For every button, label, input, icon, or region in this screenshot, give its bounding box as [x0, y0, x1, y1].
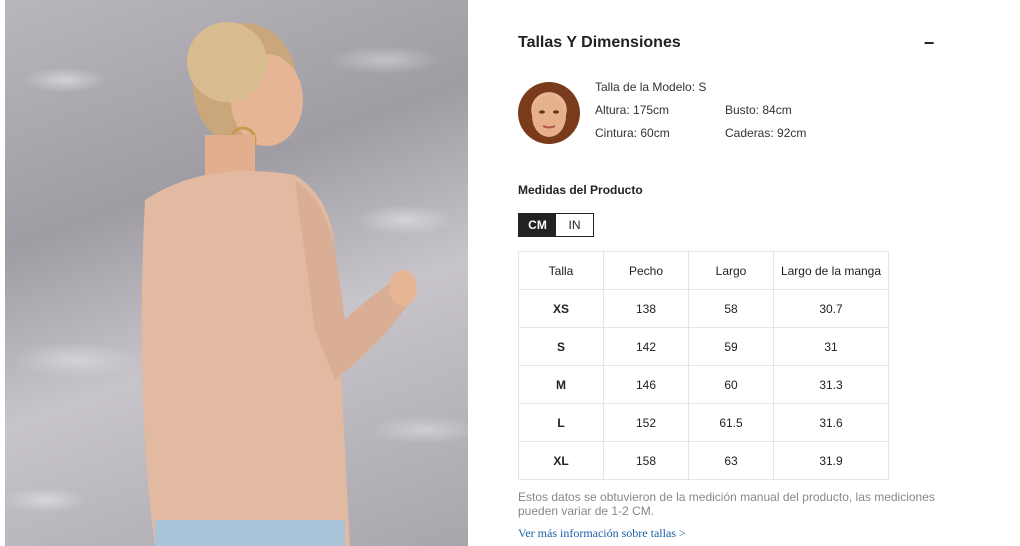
size-cell: L: [518, 403, 604, 442]
jeans-shape: [155, 520, 345, 546]
table-row: L 152 61.5 31.6: [518, 403, 889, 442]
measurement-note: Estos datos se obtuvieron de la medición…: [518, 490, 935, 518]
header-largo: Largo: [688, 251, 774, 290]
largo-cell: 60: [688, 365, 774, 404]
size-cell: S: [518, 327, 604, 366]
model-illustration: [141, 22, 417, 546]
header-pecho: Pecho: [603, 251, 689, 290]
size-cell: XS: [518, 289, 604, 328]
pecho-cell: 158: [603, 441, 689, 480]
measurements-title: Medidas del Producto: [518, 183, 643, 197]
hair-highlight: [187, 22, 267, 102]
pecho-cell: 138: [603, 289, 689, 328]
collapse-icon[interactable]: −: [922, 33, 936, 53]
manga-cell: 31.6: [773, 403, 889, 442]
model-avatar: [518, 82, 580, 144]
product-photo: [5, 0, 468, 546]
model-height: Altura: 175cm: [595, 103, 670, 117]
header-largo-manga: Largo de la manga: [773, 251, 889, 290]
largo-cell: 61.5: [688, 403, 774, 442]
table-row: M 146 60 31.3: [518, 365, 889, 404]
pecho-cell: 146: [603, 365, 689, 404]
manga-cell: 30.7: [773, 289, 889, 328]
manga-cell: 31.9: [773, 441, 889, 480]
table-header-row: Talla Pecho Largo Largo de la manga: [518, 251, 889, 290]
largo-cell: 58: [688, 289, 774, 328]
table-row: XS 138 58 30.7: [518, 289, 889, 328]
pecho-cell: 152: [603, 403, 689, 442]
table-row: S 142 59 31: [518, 327, 889, 366]
largo-cell: 63: [688, 441, 774, 480]
unit-toggle: CM IN: [518, 213, 594, 237]
size-cell: XL: [518, 441, 604, 480]
manga-cell: 31: [773, 327, 889, 366]
more-size-info-link[interactable]: Ver más información sobre tallas >: [518, 526, 686, 541]
avatar-face-icon: [532, 95, 566, 137]
hand-shape: [389, 270, 417, 306]
size-cell: M: [518, 365, 604, 404]
table-row: XL 158 63 31.9: [518, 441, 889, 480]
pecho-cell: 142: [603, 327, 689, 366]
unit-in-button[interactable]: IN: [556, 214, 593, 236]
model-waist: Cintura: 60cm: [595, 126, 670, 140]
header-talla: Talla: [518, 251, 604, 290]
model-size: Talla de la Modelo: S: [595, 80, 707, 94]
manga-cell: 31.3: [773, 365, 889, 404]
largo-cell: 59: [688, 327, 774, 366]
size-table: Talla Pecho Largo Largo de la manga XS 1…: [518, 251, 889, 480]
model-hips: Caderas: 92cm: [725, 126, 807, 140]
section-title: Tallas Y Dimensiones: [518, 34, 681, 51]
model-bust: Busto: 84cm: [725, 103, 792, 117]
unit-cm-button[interactable]: CM: [519, 214, 556, 236]
